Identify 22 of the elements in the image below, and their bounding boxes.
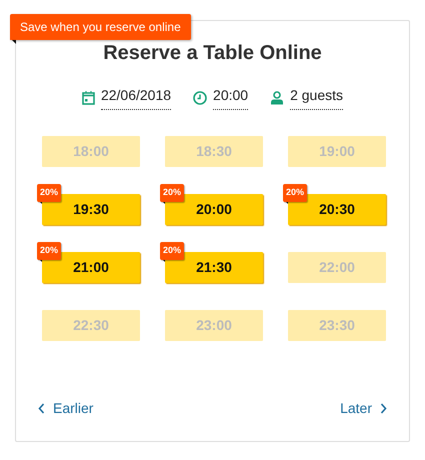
date-selector[interactable]: 22/06/2018: [100, 85, 172, 110]
chevron-left-icon: [38, 403, 45, 414]
time-slot-button[interactable]: 20:00: [165, 194, 263, 225]
time-slot-button[interactable]: 20:30: [288, 194, 386, 225]
time-slot-button[interactable]: 21:00: [42, 252, 140, 283]
time-slot-button[interactable]: 21:30: [165, 252, 263, 283]
clock-icon: [193, 90, 208, 104]
card-title: Reserve a Table Online: [103, 41, 322, 65]
discount-badge: 20%: [37, 242, 62, 260]
time-slot-button[interactable]: 19:30: [42, 194, 140, 225]
calendar-icon: [82, 90, 95, 104]
earlier-link[interactable]: Earlier: [38, 398, 94, 419]
person-icon: [270, 90, 284, 104]
later-link[interactable]: Later: [340, 398, 387, 419]
promo-ribbon: Save when you reserve online: [10, 14, 191, 40]
discount-badge: 20%: [37, 184, 62, 202]
chevron-right-icon: [380, 403, 387, 414]
guests-selector[interactable]: 2 guests: [290, 85, 344, 110]
discount-badge: 20%: [283, 184, 308, 202]
discount-badge: 20%: [160, 184, 184, 202]
discount-badge: 20%: [160, 242, 184, 260]
time-selector[interactable]: 20:00: [213, 85, 248, 110]
